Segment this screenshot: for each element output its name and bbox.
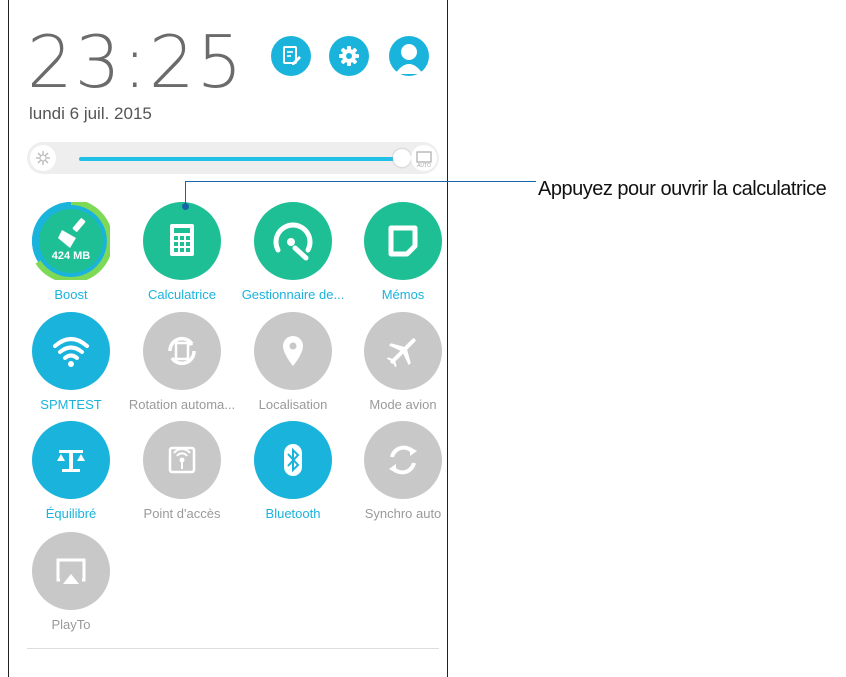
tile-label: Synchro auto xyxy=(364,506,442,521)
tile-label: Équilibré xyxy=(45,506,97,521)
tile-rotation[interactable]: Rotation automa... xyxy=(126,312,238,412)
balance-icon xyxy=(57,450,85,472)
tile-label: Mémos xyxy=(381,287,425,302)
location-pin-icon xyxy=(283,336,303,366)
tile-sync[interactable]: Synchro auto xyxy=(347,421,459,521)
playto-icon xyxy=(56,558,86,584)
tile-label: Rotation automa... xyxy=(128,397,236,412)
speedometer-wrench-icon xyxy=(273,222,313,261)
divider xyxy=(27,648,439,649)
tile-label: Localisation xyxy=(258,397,328,412)
hotspot-button[interactable] xyxy=(143,421,221,499)
brightness-slider[interactable]: AUTO xyxy=(27,142,439,174)
airplane-button[interactable] xyxy=(364,312,442,390)
bluetooth-icon xyxy=(284,444,302,476)
brightness-track[interactable] xyxy=(79,157,399,161)
avatar-icon xyxy=(395,44,423,74)
tile-calculator[interactable]: Calculatrice xyxy=(126,202,238,302)
memo-icon xyxy=(388,225,418,257)
edit-icon xyxy=(283,46,301,65)
edit-button[interactable] xyxy=(271,36,311,76)
airplane-icon xyxy=(386,338,416,368)
tile-label: Bluetooth xyxy=(265,506,321,521)
tile-label: Calculatrice xyxy=(148,287,216,302)
calculator-icon xyxy=(170,224,194,256)
playto-button[interactable] xyxy=(32,532,110,610)
memo-button[interactable] xyxy=(364,202,442,280)
brightness-low-icon xyxy=(30,145,56,171)
callout-dot xyxy=(182,203,189,210)
clock: 23:25 xyxy=(27,20,245,104)
sync-button[interactable] xyxy=(364,421,442,499)
user-button[interactable] xyxy=(389,36,429,76)
tile-boost[interactable]: 424 MB Boost xyxy=(15,202,127,302)
wifi-icon xyxy=(53,337,89,367)
wifi-button[interactable] xyxy=(32,312,110,390)
tile-label: PlayTo xyxy=(51,617,91,632)
tile-manager[interactable]: Gestionnaire de... xyxy=(237,202,349,302)
quick-settings-panel: 23:25 lundi 6 juil. 2015 AUTO 424 MB Boo… xyxy=(8,0,448,677)
rotation-button[interactable] xyxy=(143,312,221,390)
tile-label: Point d'accès xyxy=(143,506,221,521)
power-mode-button[interactable] xyxy=(32,421,110,499)
hotspot-icon xyxy=(168,446,196,474)
rotation-icon xyxy=(168,336,196,366)
gear-icon xyxy=(339,46,359,66)
calculator-button[interactable] xyxy=(143,202,221,280)
broom-icon: 424 MB xyxy=(32,202,110,280)
boost-button[interactable]: 424 MB xyxy=(32,202,110,280)
date: lundi 6 juil. 2015 xyxy=(29,104,152,123)
brightness-auto-icon[interactable]: AUTO xyxy=(411,145,437,171)
svg-text:AUTO: AUTO xyxy=(417,163,431,169)
tile-location[interactable]: Localisation xyxy=(237,312,349,412)
callout-text: Appuyez pour ouvrir la calculatrice xyxy=(538,178,827,200)
tile-memo[interactable]: Mémos xyxy=(347,202,459,302)
tile-airplane[interactable]: Mode avion xyxy=(347,312,459,412)
boost-memory-label: 424 MB xyxy=(52,250,91,262)
brightness-thumb[interactable] xyxy=(393,149,411,167)
tile-label: Gestionnaire de... xyxy=(241,287,345,302)
tile-label: SPMTEST xyxy=(40,397,102,412)
tile-label: Boost xyxy=(54,287,88,302)
tile-wifi[interactable]: SPMTEST xyxy=(15,312,127,412)
settings-button[interactable] xyxy=(329,36,369,76)
tile-hotspot[interactable]: Point d'accès xyxy=(126,421,238,521)
location-button[interactable] xyxy=(254,312,332,390)
manager-button[interactable] xyxy=(254,202,332,280)
bluetooth-button[interactable] xyxy=(254,421,332,499)
tile-label: Mode avion xyxy=(369,397,437,412)
tile-bluetooth[interactable]: Bluetooth xyxy=(237,421,349,521)
callout-line xyxy=(186,181,536,182)
tile-power-mode[interactable]: Équilibré xyxy=(15,421,127,521)
tile-playto[interactable]: PlayTo xyxy=(15,532,127,632)
sync-icon xyxy=(389,445,417,475)
